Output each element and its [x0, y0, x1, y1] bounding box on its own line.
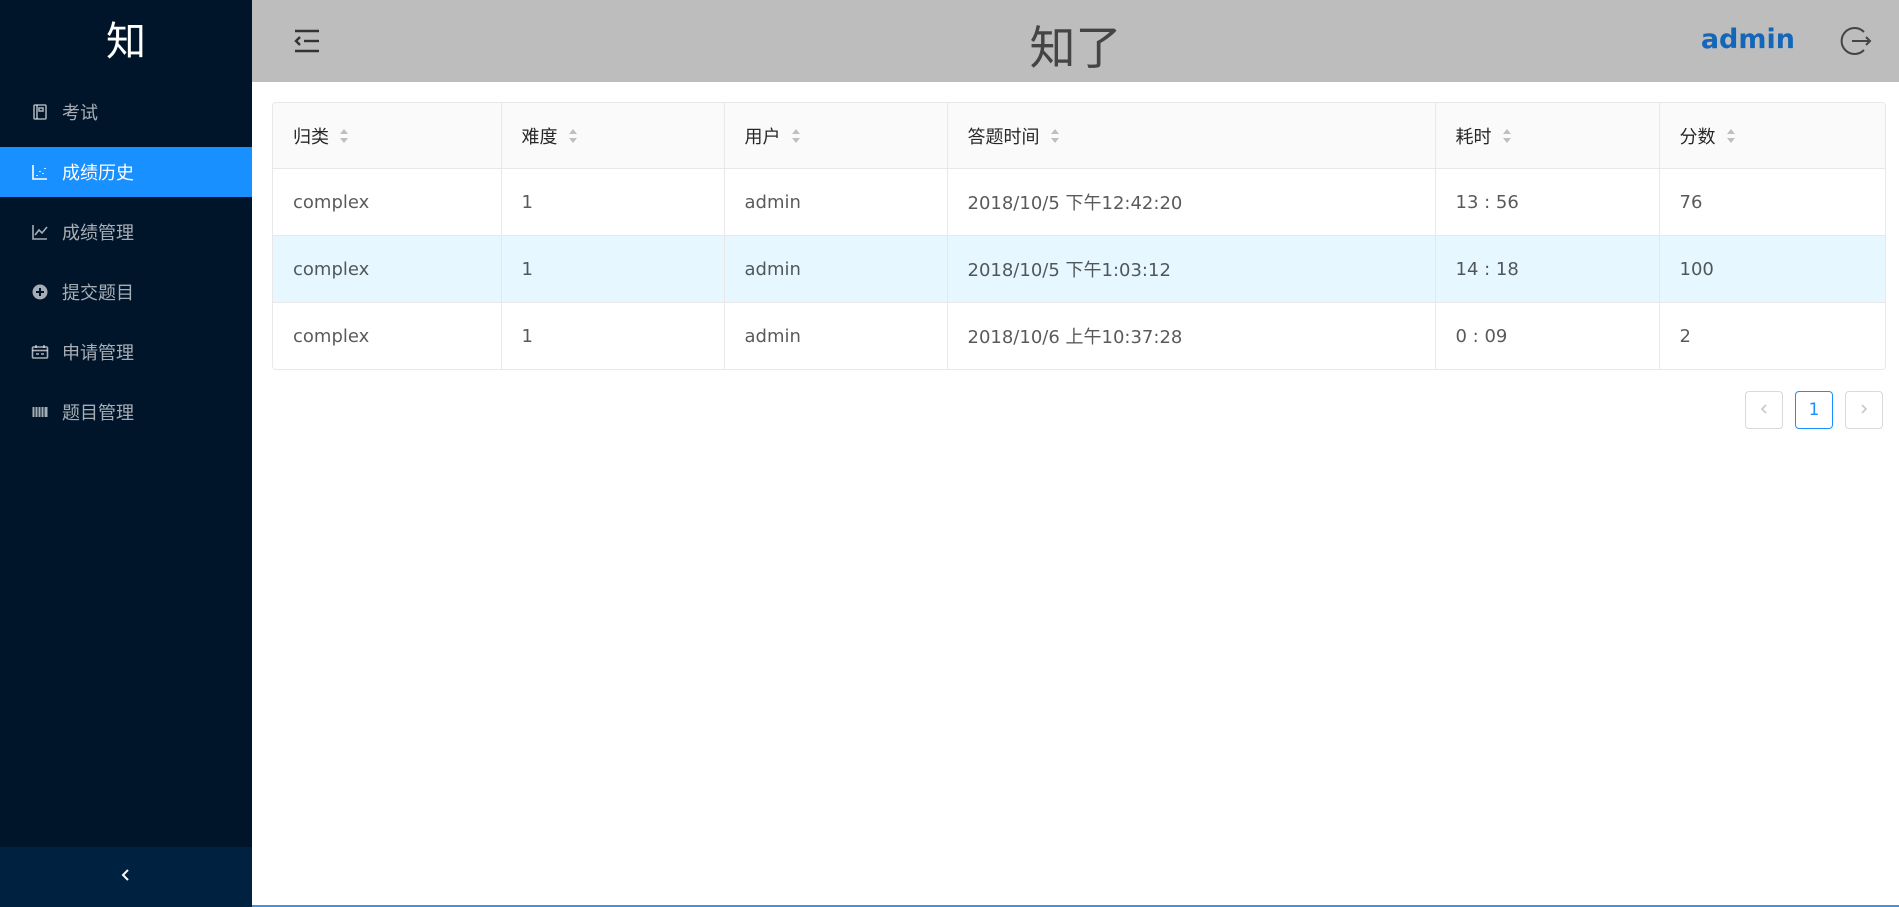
sidebar-item-label: 提交题目	[62, 283, 134, 304]
plus-circle-icon	[30, 282, 50, 302]
sidebar-item-label: 申请管理	[62, 343, 134, 364]
cell-difficulty: 1	[501, 302, 725, 369]
table-row[interactable]: complex 1 admin 2018/10/6 上午10:37:28 0 :…	[273, 302, 1885, 369]
sort-icon[interactable]	[568, 127, 578, 145]
page-title: 知了	[1029, 21, 1122, 75]
sidebar: 知 考试 成绩历史 成绩管理 提交题目 申请管理 题目管理	[0, 0, 252, 907]
sidebar-item-question-management[interactable]: 题目管理	[0, 387, 252, 437]
cell-answer-time: 2018/10/6 上午10:37:28	[947, 302, 1436, 369]
chevron-left-icon	[1758, 400, 1770, 420]
sidebar-collapse-button[interactable]	[0, 847, 252, 907]
sidebar-item-submit-question[interactable]: 提交题目	[0, 267, 252, 317]
sidebar-item-exam[interactable]: 考试	[0, 87, 252, 137]
sort-icon[interactable]	[1502, 127, 1512, 145]
logout-icon[interactable]	[1839, 24, 1873, 58]
column-header-duration[interactable]: 耗时	[1435, 103, 1660, 169]
sort-icon[interactable]	[1726, 127, 1736, 145]
cell-category: complex	[273, 302, 502, 369]
cell-duration: 0 : 09	[1435, 302, 1660, 369]
app-window: 知 考试 成绩历史 成绩管理 提交题目 申请管理 题目管理 知了 admin 归…	[0, 0, 1899, 907]
sidebar-item-label: 成绩管理	[62, 223, 134, 244]
cell-duration: 14 : 18	[1435, 235, 1660, 303]
pagination-page-1[interactable]: 1	[1795, 391, 1833, 429]
cell-score: 100	[1659, 235, 1885, 303]
table-row[interactable]: complex 1 admin 2018/10/5 下午12:42:20 13 …	[273, 168, 1885, 236]
cell-difficulty: 1	[501, 235, 725, 303]
logo: 知	[106, 19, 146, 65]
column-header-score[interactable]: 分数	[1659, 103, 1885, 169]
cell-score: 76	[1659, 168, 1885, 236]
cell-user: admin	[724, 235, 948, 303]
barcode-icon	[30, 402, 50, 422]
cell-score: 2	[1679, 325, 1691, 347]
user-name-link[interactable]: admin	[1701, 24, 1795, 55]
column-header-user[interactable]: 用户	[724, 103, 948, 169]
sidebar-item-score-management[interactable]: 成绩管理	[0, 207, 252, 257]
score-history-table: 归类 难度 用户 答题时间 耗时 分数 complex 1 admin 2018…	[272, 102, 1886, 370]
cell-user: admin	[724, 168, 948, 236]
table-header-row: 归类 难度 用户 答题时间 耗时 分数	[273, 103, 1885, 169]
cell-answer-time: 2018/10/5 下午1:03:12	[947, 235, 1436, 303]
cell-user: admin	[724, 302, 948, 369]
sidebar-item-label: 考试	[62, 103, 98, 124]
pagination-prev-button[interactable]	[1745, 391, 1783, 429]
line-chart-icon	[30, 222, 50, 242]
sidebar-item-application-management[interactable]: 申请管理	[0, 327, 252, 377]
chevron-left-icon	[118, 867, 134, 887]
sidebar-item-label: 成绩历史	[62, 163, 134, 184]
schedule-icon	[30, 342, 50, 362]
sort-icon[interactable]	[791, 127, 801, 145]
sidebar-item-score-history[interactable]: 成绩历史	[0, 147, 252, 197]
book-icon	[30, 102, 50, 122]
sidebar-item-label: 题目管理	[62, 403, 134, 424]
table-row[interactable]: complex 1 admin 2018/10/5 下午1:03:12 14 :…	[273, 235, 1885, 303]
dot-chart-icon	[30, 162, 50, 182]
cell-difficulty: 1	[501, 168, 725, 236]
column-header-answer-time[interactable]: 答题时间	[947, 103, 1436, 169]
cell-duration: 13 : 56	[1435, 168, 1660, 236]
sort-icon[interactable]	[1050, 127, 1060, 145]
header: 知了 admin	[252, 0, 1899, 82]
sort-icon[interactable]	[339, 127, 349, 145]
column-header-difficulty[interactable]: 难度	[501, 103, 725, 169]
cell-category: complex	[273, 235, 502, 303]
pagination-next-button[interactable]	[1845, 391, 1883, 429]
column-header-category[interactable]: 归类	[273, 103, 502, 169]
cell-answer-time: 2018/10/5 下午12:42:20	[947, 168, 1436, 236]
cell-category: complex	[273, 168, 502, 236]
chevron-right-icon	[1858, 400, 1870, 420]
menu-fold-icon[interactable]	[292, 27, 322, 55]
